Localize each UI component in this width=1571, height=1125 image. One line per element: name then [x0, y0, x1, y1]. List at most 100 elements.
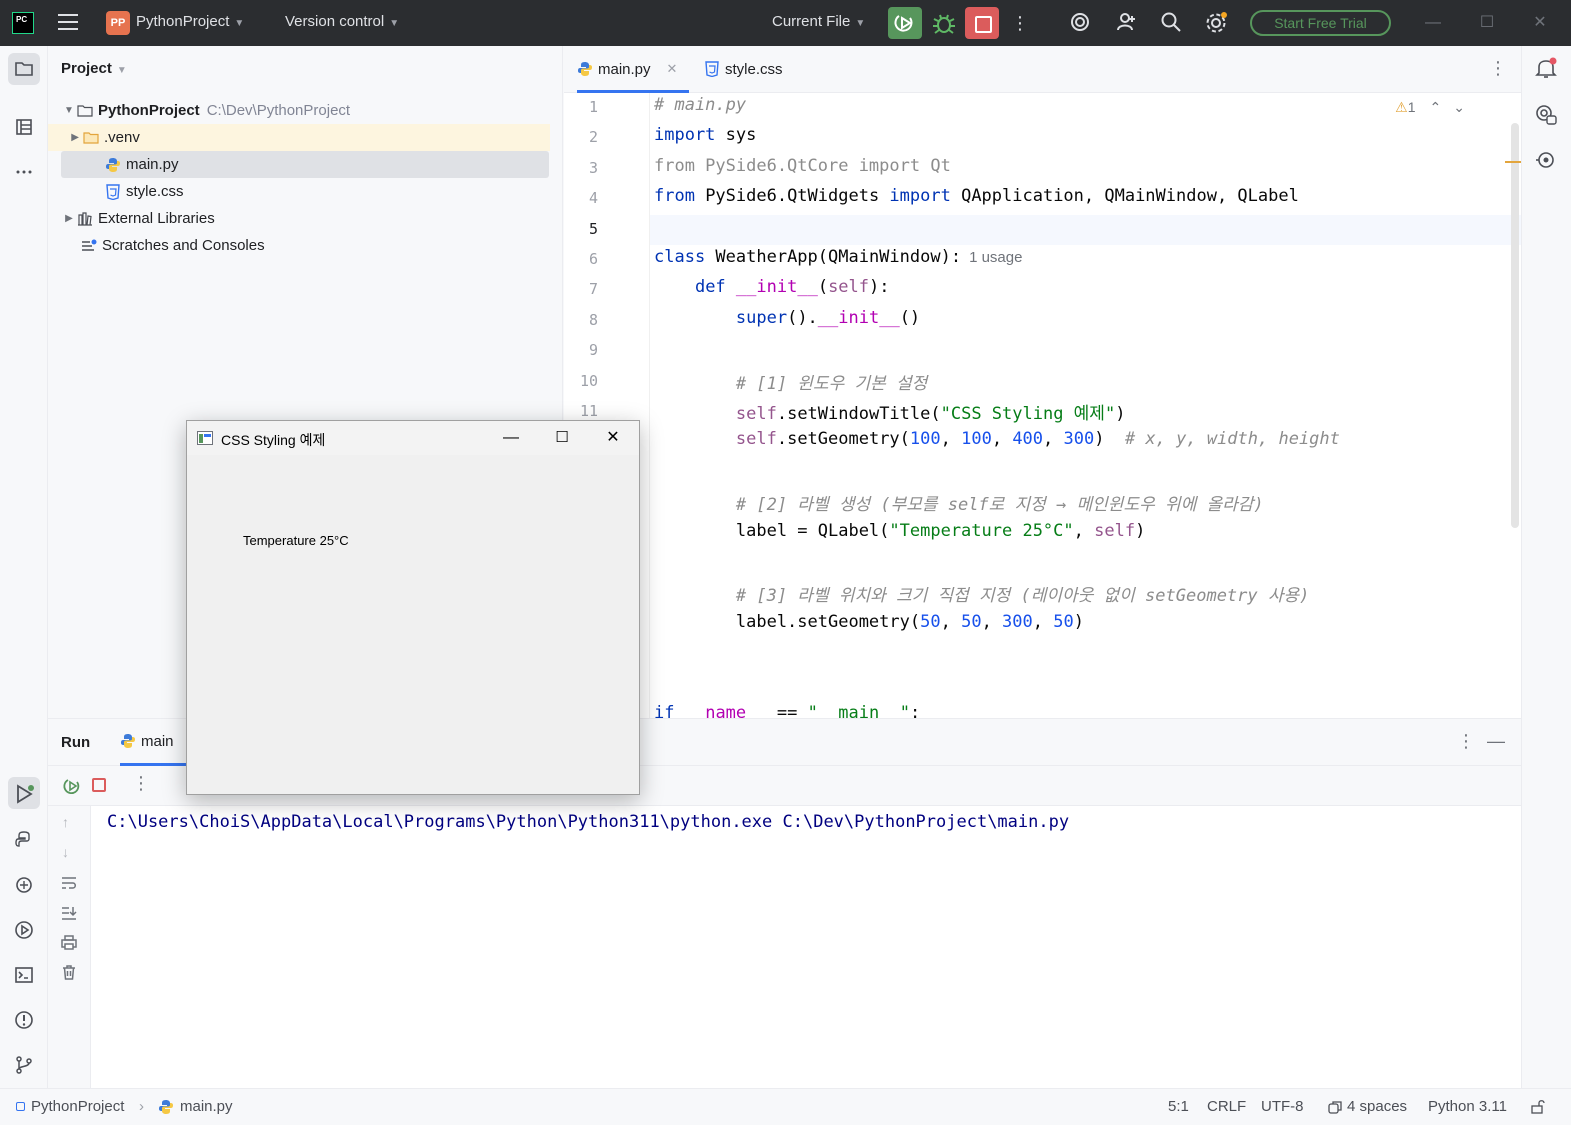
hide-panel-icon[interactable]: —	[1487, 731, 1505, 752]
arrow-down-icon[interactable]: ↓	[62, 844, 69, 860]
code-editor[interactable]: 1 # main.py 2 import sys 3 from PySide6.QtCor…	[564, 93, 1521, 718]
project-switcher[interactable]: PythonProject ▼	[136, 13, 244, 30]
ai-assistant-icon[interactable]	[1068, 11, 1092, 35]
tree-item-project-root[interactable]: ▼ PythonProject C:\Dev\PythonProject	[61, 97, 549, 124]
tab-style-css[interactable]: style.css	[704, 46, 783, 92]
arrow-up-icon[interactable]: ↑	[62, 814, 69, 830]
chevron-down-icon: ▼	[116, 65, 127, 76]
tree-item-style-css[interactable]: style.css	[61, 178, 549, 205]
tree-item-label: style.css	[126, 183, 184, 200]
indent-setting[interactable]: 4 spaces	[1347, 1098, 1407, 1115]
qt-window-icon	[197, 431, 213, 445]
pycharm-logo-icon[interactable]: PC	[12, 12, 34, 34]
services-tool-button[interactable]	[8, 914, 40, 946]
tab-options-icon[interactable]: ⋮	[1489, 58, 1507, 79]
run-options-icon[interactable]: ⋮	[1457, 731, 1475, 752]
indent-icon	[1327, 1099, 1343, 1119]
more-icon[interactable]: ⋮	[1008, 11, 1032, 35]
soft-wrap-icon[interactable]	[60, 874, 78, 895]
editor-tab-bar: main.py ✕ style.css ⋮	[564, 46, 1521, 93]
tab-main-py[interactable]: main.py ✕	[577, 46, 689, 93]
stop-button[interactable]	[965, 7, 999, 39]
tree-item-label: main.py	[126, 156, 179, 173]
maximize-icon[interactable]: ☐	[1472, 10, 1502, 36]
file-encoding[interactable]: UTF-8	[1261, 1098, 1304, 1115]
close-tab-icon[interactable]: ✕	[667, 61, 678, 77]
close-icon[interactable]: ✕	[1525, 10, 1555, 36]
notifications-icon[interactable]	[1534, 56, 1558, 83]
code-line: label.setGeometry(50, 50, 300, 50)	[654, 611, 1084, 632]
terminal-tool-button[interactable]	[8, 959, 40, 991]
structure-tool-button[interactable]	[8, 111, 40, 143]
breadcrumb-project[interactable]: PythonProject	[31, 1098, 124, 1115]
editor-scrollbar[interactable]	[1511, 123, 1519, 528]
qt-window-titlebar[interactable]: CSS Styling 예제 — ☐ ✕	[187, 421, 639, 455]
rerun-button[interactable]	[888, 7, 922, 39]
run-icon	[17, 784, 34, 804]
inspection-widget[interactable]: ⚠1 ⌃ ⌄	[1395, 99, 1465, 116]
endpoints-icon[interactable]	[1534, 148, 1558, 175]
chevron-up-icon[interactable]: ⌃	[1430, 99, 1442, 115]
run-tab-main[interactable]: main	[120, 719, 190, 766]
python-interpreter[interactable]: Python 3.11	[1428, 1098, 1507, 1115]
start-free-trial-button[interactable]: Start Free Trial	[1250, 10, 1391, 36]
project-panel-title[interactable]: Project ▼	[61, 60, 127, 77]
qt-maximize-icon[interactable]: ☐	[547, 426, 577, 450]
problems-icon	[15, 1011, 33, 1029]
settings-icon[interactable]	[1204, 11, 1228, 35]
tab-label: style.css	[725, 60, 783, 78]
minimize-icon[interactable]: —	[1418, 10, 1448, 36]
vcs-menu[interactable]: Version control ▼	[285, 13, 399, 30]
tree-item-main-py[interactable]: main.py	[61, 151, 549, 178]
debug-button[interactable]	[930, 8, 958, 38]
scroll-to-end-icon[interactable]	[60, 904, 78, 925]
line-ending[interactable]: CRLF	[1207, 1098, 1246, 1115]
left-tool-strip	[0, 46, 48, 1088]
problems-tool-button[interactable]	[8, 1004, 40, 1036]
line-number: 2	[588, 128, 598, 147]
code-line: from PySide6.QtCore import Qt	[654, 155, 951, 176]
project-tool-button[interactable]	[8, 53, 40, 85]
rerun-icon[interactable]	[62, 776, 82, 799]
print-icon[interactable]	[60, 933, 78, 954]
tree-item-venv[interactable]: ▶ .venv	[48, 124, 550, 151]
project-badge[interactable]: PP	[106, 11, 130, 35]
tab-label: main.py	[598, 60, 651, 78]
python-packages-tool-button[interactable]	[8, 824, 40, 856]
more-tools-icon[interactable]	[8, 156, 40, 188]
line-number: 6	[588, 250, 598, 268]
qt-minimize-icon[interactable]: —	[496, 426, 526, 450]
tree-item-label: External Libraries	[98, 210, 215, 227]
trash-icon[interactable]	[60, 963, 78, 984]
breadcrumb-file[interactable]: main.py	[180, 1098, 233, 1115]
python-icon	[15, 831, 30, 847]
more-icon[interactable]: ⋮	[132, 773, 150, 794]
caret-position[interactable]: 5:1	[1168, 1098, 1189, 1115]
current-line-highlight	[564, 215, 1521, 245]
search-icon[interactable]	[1159, 11, 1183, 35]
chevron-down-icon[interactable]: ⌄	[1453, 99, 1465, 115]
breadcrumb-separator-icon: ›	[139, 1098, 144, 1115]
run-config-selector[interactable]: Current File ▼	[772, 13, 865, 30]
tree-item-label: Scratches and Consoles	[102, 237, 265, 254]
tree-item-external-libraries[interactable]: ▶ External Libraries	[61, 205, 549, 232]
qt-close-icon[interactable]: ✕	[598, 426, 628, 450]
ai-chat-icon[interactable]	[1534, 103, 1558, 130]
line-number: 7	[588, 280, 598, 299]
stop-icon[interactable]	[92, 778, 106, 792]
python-console-tool-button[interactable]	[8, 869, 40, 901]
tree-item-scratches[interactable]: Scratches and Consoles	[61, 232, 549, 259]
lock-icon[interactable]	[1530, 1099, 1546, 1119]
qt-app-window[interactable]: CSS Styling 예제 — ☐ ✕ Temperature 25°C	[186, 420, 640, 795]
main-menu-icon[interactable]	[58, 14, 78, 30]
css-file-icon	[705, 61, 719, 77]
css-file-icon	[106, 183, 120, 200]
add-user-icon[interactable]	[1114, 11, 1138, 35]
warning-marker[interactable]	[1505, 161, 1521, 163]
status-bar: PythonProject › main.py 5:1 CRLF UTF-8 4…	[0, 1088, 1571, 1125]
console-output[interactable]: C:\Users\ChoiS\AppData\Local\Programs\Py…	[107, 812, 1069, 832]
run-tool-button[interactable]	[8, 777, 40, 809]
git-tool-button[interactable]	[8, 1049, 40, 1081]
library-icon	[78, 211, 92, 226]
python-file-icon	[121, 734, 135, 748]
